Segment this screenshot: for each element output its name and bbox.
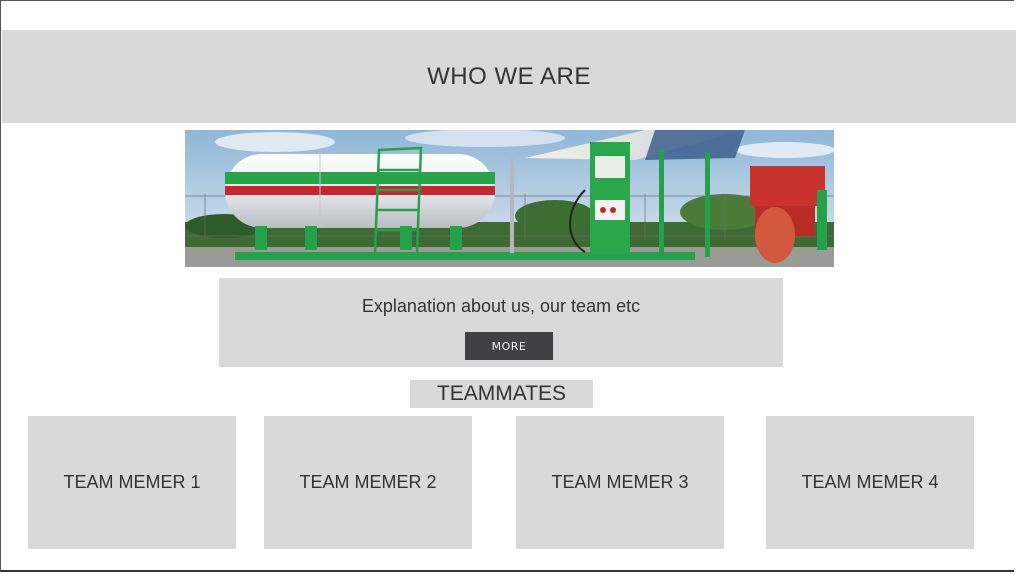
team-member-label: TEAM MEMER 1 — [63, 472, 201, 492]
team-member-label: TEAM MEMER 3 — [551, 472, 689, 492]
page-title: WHO WE ARE — [427, 62, 591, 90]
about-text: Explanation about us, our team etc — [361, 296, 641, 316]
hero-banner: WHO WE ARE — [2, 30, 1016, 123]
more-button[interactable]: MORE — [465, 332, 553, 360]
team-member-card[interactable]: TEAM MEMER 4 — [766, 416, 974, 549]
team-member-card[interactable]: TEAM MEMER 3 — [516, 416, 724, 549]
team-member-label: TEAM MEMER 4 — [801, 472, 939, 492]
teammates-heading: TEAMMATES — [410, 380, 593, 408]
banner-image — [185, 130, 834, 267]
lpg-station-illustration — [185, 130, 834, 267]
team-member-label: TEAM MEMER 2 — [299, 472, 437, 492]
team-member-card[interactable]: TEAM MEMER 1 — [28, 416, 236, 549]
team-member-card[interactable]: TEAM MEMER 2 — [264, 416, 472, 549]
about-panel: Explanation about us, our team etc MORE — [219, 278, 783, 367]
